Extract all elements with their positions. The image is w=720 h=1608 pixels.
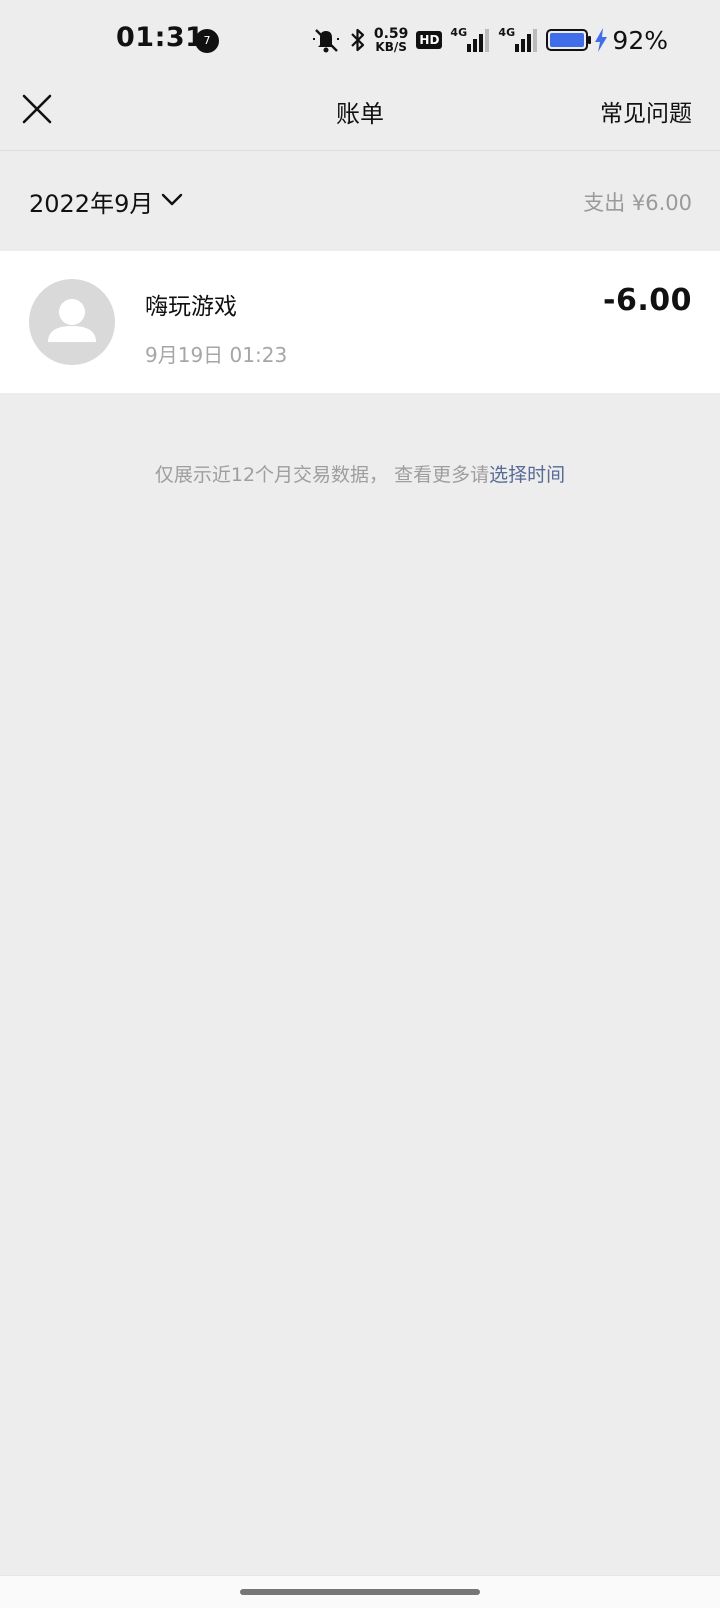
transaction-list: 嗨玩游戏 9月19日 01:23 -6.00	[0, 251, 720, 393]
month-header: 2022年9月 支出 ¥6.00	[0, 151, 720, 251]
range-note-text: 仅展示近12个月交易数据， 查看更多请	[154, 464, 490, 486]
status-time: 01:31	[116, 22, 205, 53]
home-indicator[interactable]	[240, 1589, 480, 1595]
list-item[interactable]: 嗨玩游戏 9月19日 01:23 -6.00	[0, 251, 720, 393]
transaction-amount: -6.00	[603, 283, 692, 318]
battery-icon	[546, 28, 592, 52]
faq-link[interactable]: 常见问题	[600, 94, 692, 128]
month-expense-summary: 支出 ¥6.00	[583, 191, 692, 215]
battery-percent: 92%	[612, 25, 668, 55]
network-speed-unit: KB/S	[375, 40, 407, 54]
hd-badge: HD	[416, 31, 443, 49]
range-note: 仅展示近12个月交易数据， 查看更多请选择时间	[0, 460, 720, 487]
bluetooth-icon	[350, 26, 366, 54]
charging-icon	[594, 28, 608, 52]
status-icons: 0.59 KB/S HD 4G 4G 92%	[310, 22, 668, 58]
bottom-bar	[0, 1575, 720, 1608]
status-bar: 01:31 7 0.59 KB/S HD 4G 4G 92%	[0, 0, 720, 80]
month-picker[interactable]: 2022年9月	[29, 184, 183, 219]
user-avatar-icon	[29, 279, 115, 365]
signal-4g-icon: 4G	[498, 26, 538, 54]
network-speed: 0.59 KB/S	[374, 27, 409, 54]
month-label: 2022年9月	[29, 190, 154, 218]
chevron-down-icon	[161, 192, 183, 211]
transaction-name: 嗨玩游戏	[145, 294, 237, 320]
battery: 92%	[546, 26, 668, 55]
transaction-time: 9月19日 01:23	[145, 343, 288, 367]
select-time-link[interactable]: 选择时间	[489, 464, 565, 486]
mute-bell-icon	[310, 25, 342, 55]
signal-4g-icon: 4G	[450, 26, 490, 54]
notification-badge: 7	[195, 29, 219, 53]
nav-bar: 账单 常见问题	[0, 80, 720, 151]
